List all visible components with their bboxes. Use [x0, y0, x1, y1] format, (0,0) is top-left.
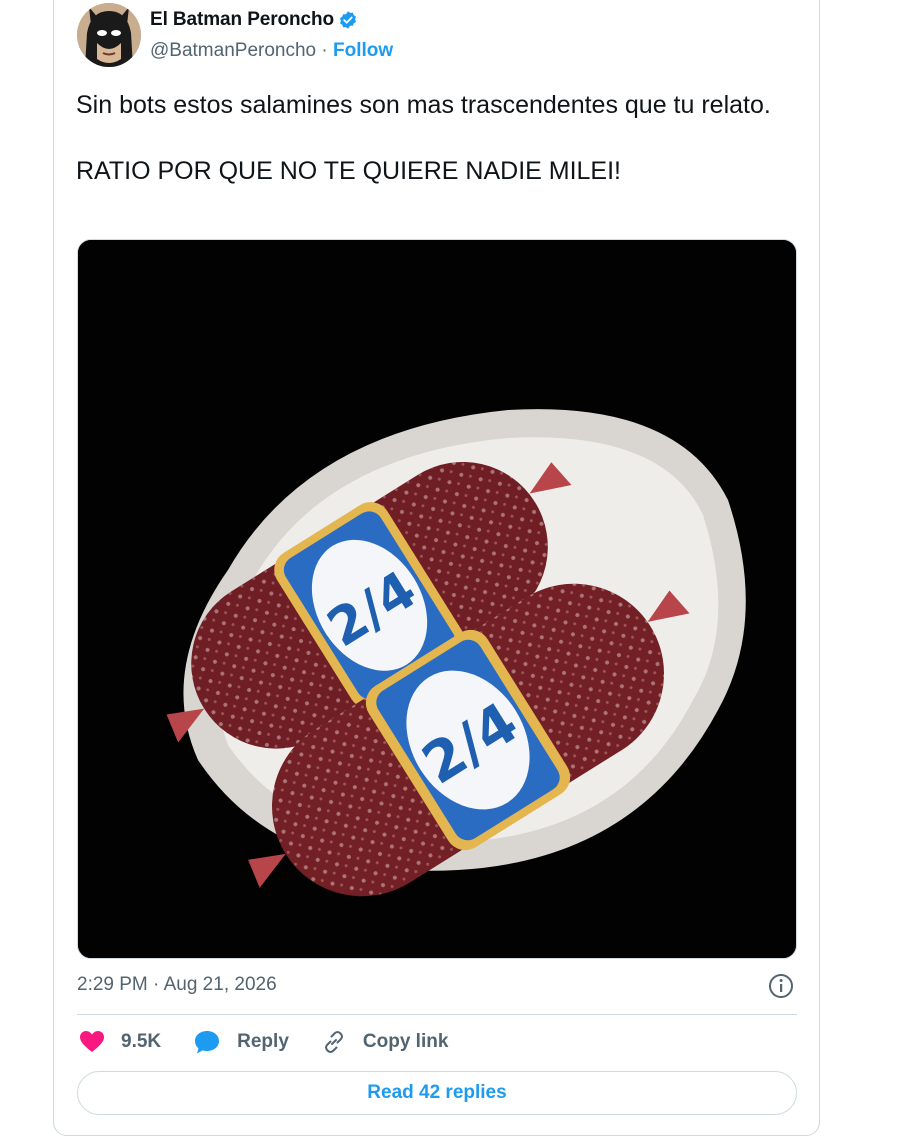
link-icon [324, 1031, 343, 1053]
divider [77, 1014, 797, 1015]
follow-button[interactable]: Follow [333, 40, 393, 61]
author-row: El Batman Peroncho [150, 9, 358, 31]
handle-row: @BatmanPeroncho · Follow [150, 40, 393, 62]
like-count: 9.5K [121, 1031, 162, 1052]
speech-bubble-icon [195, 1031, 220, 1054]
like-button[interactable]: 9.5K [79, 1030, 161, 1054]
author-name[interactable]: El Batman Peroncho [150, 9, 334, 31]
author-handle[interactable]: @BatmanPeroncho [150, 40, 316, 61]
tweet-timestamp[interactable]: 2:29 PM · Aug 21, 2026 [77, 974, 277, 996]
action-bar: 9.5K Reply Copy link [79, 1029, 480, 1055]
copy-link-label: Copy link [362, 1031, 449, 1052]
reply-label: Reply [237, 1031, 289, 1052]
separator: · [316, 40, 333, 61]
tweet-media[interactable]: 2/4 2/4 [77, 239, 797, 959]
verified-badge-icon [340, 11, 356, 29]
read-replies-button[interactable]: Read 42 replies [77, 1071, 797, 1115]
copy-link-button[interactable]: Copy link [321, 1029, 449, 1055]
info-icon[interactable] [768, 973, 794, 999]
avatar[interactable] [77, 3, 141, 67]
tweet-text: Sin bots estos salamines son mas trascen… [76, 91, 771, 185]
heart-icon [80, 1031, 104, 1052]
reply-button[interactable]: Reply [193, 1029, 289, 1055]
